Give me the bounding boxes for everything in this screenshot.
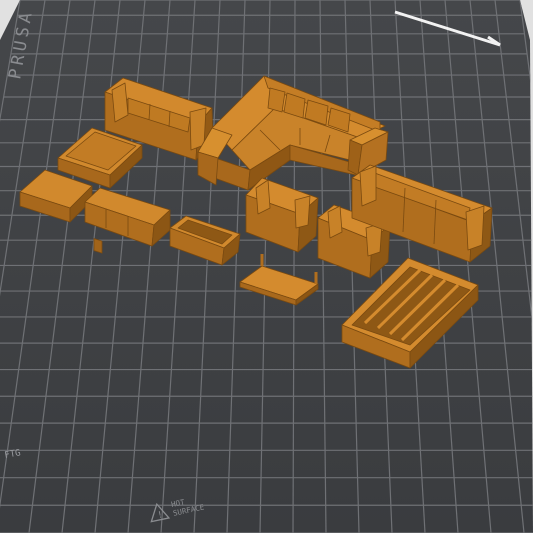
3d-viewport[interactable]: PRUSA FTG ! HOT SURFACE — [0, 0, 533, 533]
